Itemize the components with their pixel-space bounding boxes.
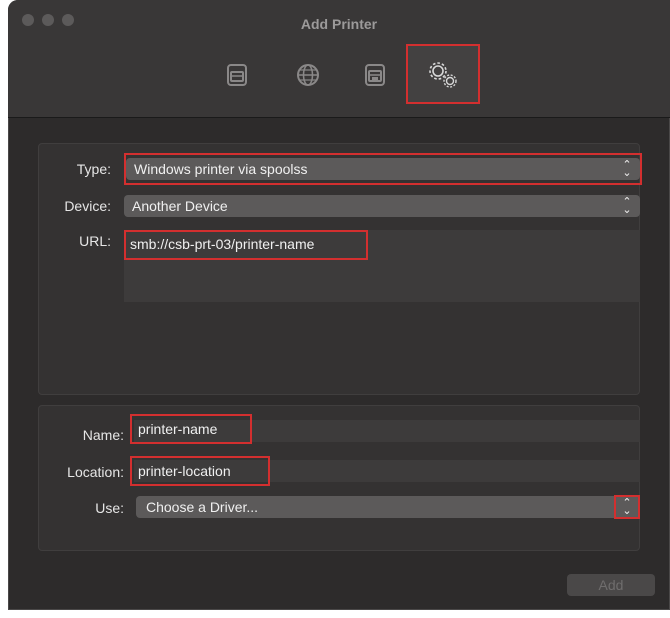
name-label: Name:	[82, 427, 124, 443]
use-value: Choose a Driver...	[146, 499, 259, 515]
ip-printer-tab[interactable]	[291, 58, 325, 92]
location-value: printer-location	[138, 463, 231, 479]
fax-printer-icon	[365, 64, 385, 86]
name-value: printer-name	[138, 421, 218, 437]
url-highlight: smb://csb-prt-03/printer-name	[124, 230, 368, 260]
chevron-up-down-icon: ⌃ ⌄	[622, 196, 632, 216]
location-highlight: printer-location	[130, 456, 270, 486]
device-label: Device:	[64, 198, 111, 214]
add-button[interactable]: Add	[567, 574, 655, 596]
default-printer-tab[interactable]	[220, 58, 254, 92]
toolbar: Add Printer	[8, 0, 670, 118]
url-value: smb://csb-prt-03/printer-name	[130, 236, 315, 252]
type-highlight	[124, 153, 642, 185]
location-label: Location:	[67, 464, 124, 480]
window-title: Add Printer	[300, 16, 378, 32]
name-highlight: printer-name	[130, 414, 252, 444]
use-chevron-highlight	[614, 495, 640, 519]
device-value: Another Device	[132, 198, 228, 214]
type-label: Type:	[76, 161, 111, 177]
url-label: URL:	[79, 233, 111, 249]
globe-icon	[297, 64, 319, 86]
gears-icon	[429, 62, 457, 88]
use-popup[interactable]: Choose a Driver... ⌃ ⌄	[136, 496, 640, 518]
advanced-tab[interactable]	[406, 44, 480, 104]
add-printer-window: Add Printer Type: Windows printer via sp…	[8, 0, 670, 610]
device-popup[interactable]: Another Device ⌃ ⌄	[124, 195, 640, 217]
windows-printer-tab[interactable]	[358, 58, 392, 92]
printer-icon	[227, 64, 247, 86]
use-label: Use:	[95, 500, 124, 516]
